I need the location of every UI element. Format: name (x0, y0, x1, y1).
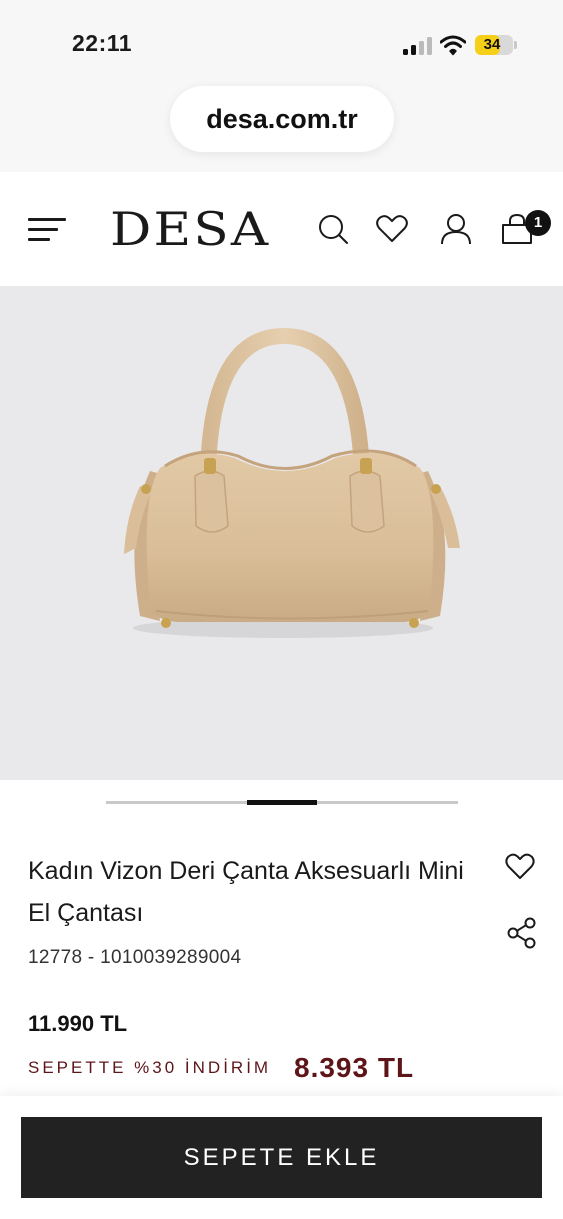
cart-count-badge[interactable]: 1 (525, 210, 551, 236)
gallery-pager-active (247, 800, 317, 805)
search-icon[interactable] (316, 212, 350, 246)
status-time: 22:11 (72, 30, 133, 56)
url-bar[interactable]: desa.com.tr (170, 86, 394, 152)
site-logo[interactable]: DESA (110, 202, 270, 256)
menu-icon[interactable] (28, 216, 66, 244)
basket-discount-label: SEPETTE %30 İNDİRİM (28, 1058, 272, 1077)
product-price: 11.990 TL (28, 1011, 128, 1036)
product-code: 12778 - 1010039289004 (28, 947, 242, 968)
product-image[interactable] (0, 286, 563, 780)
favorite-heart-icon[interactable] (505, 852, 535, 880)
status-bar: 22:11 34 (0, 0, 563, 90)
handbag-illustration (124, 327, 460, 638)
battery-tip (514, 41, 517, 49)
user-icon[interactable] (439, 212, 473, 246)
battery-level-text: 34 (483, 36, 501, 53)
signal-icon (403, 37, 433, 55)
battery-icon: 34 (475, 35, 513, 55)
product-title: Kadın Vizon Deri Çanta Aksesuarlı Mini E… (28, 857, 464, 927)
wifi-icon (440, 35, 466, 56)
add-to-cart-button[interactable]: SEPETE EKLE (21, 1117, 542, 1198)
discounted-price: 8.393 TL (294, 1052, 415, 1083)
heart-icon[interactable] (375, 212, 409, 246)
site-header: DESA (0, 172, 563, 286)
share-icon[interactable] (507, 917, 537, 949)
